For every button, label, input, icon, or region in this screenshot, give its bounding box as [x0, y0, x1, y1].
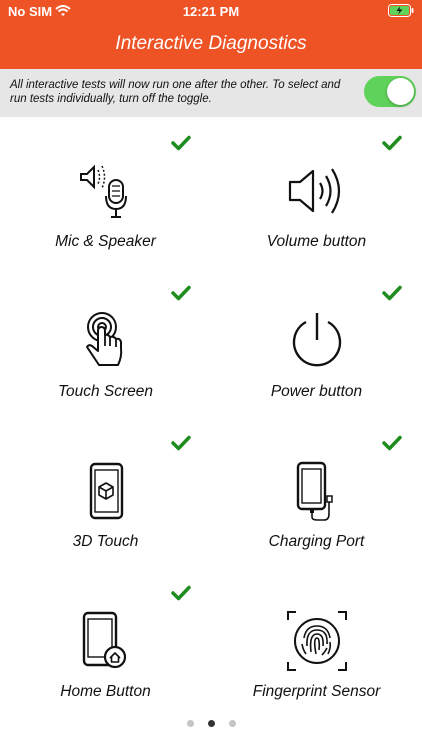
check-icon	[382, 435, 402, 451]
toggle-knob	[387, 78, 414, 105]
tile-label: 3D Touch	[72, 533, 139, 550]
test-tile-mic-speaker[interactable]: Mic & Speaker	[0, 125, 211, 275]
tile-label: Volume button	[266, 233, 367, 250]
header: No SIM 12:21 PM Interactive Diagnostics	[0, 0, 422, 69]
page-dot[interactable]	[228, 720, 236, 727]
touch-icon	[86, 312, 123, 366]
test-tile-power-button[interactable]: Power button	[211, 275, 422, 425]
test-tile-touch-screen[interactable]: Touch Screen	[0, 275, 211, 425]
volume-icon	[288, 168, 341, 214]
status-bar: No SIM 12:21 PM	[0, 0, 422, 22]
test-tile-fingerprint-sensor[interactable]: Fingerprint Sensor	[211, 575, 422, 725]
charging-port-icon	[296, 461, 333, 521]
test-tile-charging-port[interactable]: Charging Port	[211, 425, 422, 575]
banner-text: All interactive tests will now run one a…	[10, 79, 341, 105]
3d-touch-icon	[89, 462, 124, 520]
check-icon	[171, 585, 191, 601]
home-button-icon	[82, 611, 127, 669]
page-title: Interactive Diagnostics	[115, 33, 307, 54]
page-dot[interactable]	[186, 720, 194, 727]
power-icon	[292, 313, 342, 367]
tile-label: Home Button	[60, 683, 151, 700]
check-icon	[171, 135, 191, 151]
sequential-mode-banner: All interactive tests will now run one a…	[0, 69, 422, 117]
fingerprint-icon	[287, 611, 347, 671]
tile-label: Touch Screen	[57, 383, 154, 400]
test-tile-volume-button[interactable]: Volume button	[211, 125, 422, 275]
check-icon	[382, 285, 402, 301]
tile-label: Charging Port	[268, 533, 365, 550]
tile-label: Mic & Speaker	[55, 233, 156, 250]
status-time: 12:21 PM	[182, 4, 240, 19]
page-indicator[interactable]	[0, 714, 422, 732]
sequential-mode-toggle[interactable]	[364, 76, 416, 107]
mic-speaker-icon	[80, 164, 127, 218]
tile-label: Fingerprint Sensor	[252, 683, 381, 700]
tile-label: Power button	[270, 383, 363, 400]
check-icon	[171, 285, 191, 301]
page-dot-active[interactable]	[207, 720, 215, 727]
check-icon	[382, 135, 402, 151]
check-icon	[171, 435, 191, 451]
battery-icon	[388, 4, 414, 17]
test-tile-3d-touch[interactable]: 3D Touch	[0, 425, 211, 575]
test-tile-home-button[interactable]: Home Button	[0, 575, 211, 725]
